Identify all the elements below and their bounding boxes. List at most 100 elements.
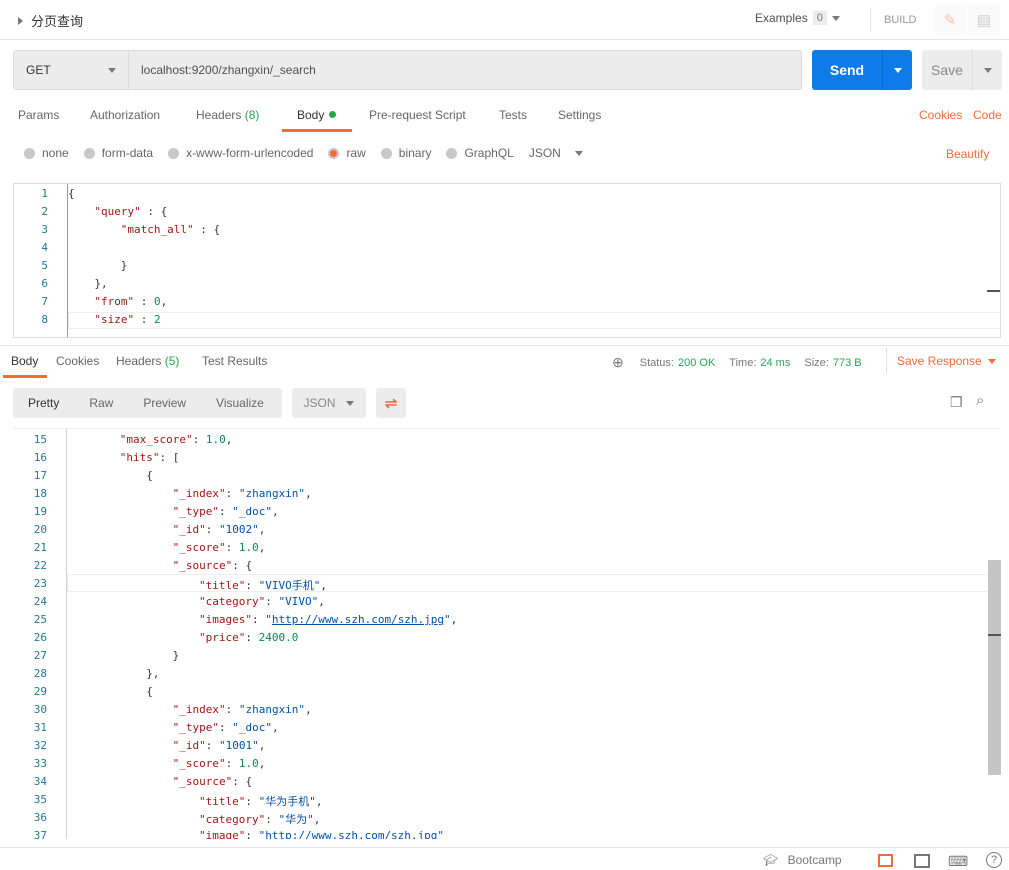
code-line: "from" : 0,	[94, 295, 167, 308]
code-token: :	[225, 487, 239, 500]
code-token: ,	[305, 487, 312, 500]
radio-circle	[168, 147, 180, 159]
code-token: ,	[271, 721, 279, 734]
browse-icon[interactable]	[914, 854, 930, 868]
method-select[interactable]: GET	[13, 50, 129, 90]
tab-pre-request-script[interactable]: Pre-request Script	[369, 108, 466, 122]
code-line: "category": "华为",	[199, 811, 320, 827]
comment-icon[interactable]: ▤	[968, 5, 1000, 35]
view-pretty[interactable]: Pretty	[13, 396, 74, 410]
code-token: "VIVO"	[278, 595, 319, 608]
code-line: "title": "华为手机",	[199, 793, 322, 809]
keyboard-icon[interactable]: ⌨	[948, 853, 968, 870]
save-options-button[interactable]	[972, 50, 1002, 90]
code-token: ,	[450, 613, 458, 626]
tab-settings[interactable]: Settings	[558, 108, 601, 122]
send-button[interactable]: Send	[812, 50, 912, 90]
radio-graphql[interactable]: GraphQL	[446, 146, 514, 160]
line-number: 26	[33, 631, 47, 644]
line-number: 3	[41, 223, 48, 236]
code-token: ,	[318, 595, 325, 608]
code-token: "_type"	[172, 721, 219, 734]
bootcamp-button[interactable]: 🎓︎ Bootcamp	[763, 853, 842, 867]
code-token: "http://www.szh.com/szh.jpg"	[258, 829, 445, 839]
expand-icon[interactable]	[18, 16, 23, 25]
radio-raw[interactable]: raw	[328, 146, 366, 160]
line-number: 21	[33, 541, 47, 554]
view-preview[interactable]: Preview	[128, 396, 201, 410]
code-line: }	[173, 649, 180, 662]
code-token: },	[146, 667, 160, 680]
copy-icon[interactable]: ❐	[950, 394, 963, 411]
tab-test-results[interactable]: Test Results	[202, 354, 267, 368]
beautify-link[interactable]: Beautify	[946, 147, 989, 161]
code-token: "size"	[94, 313, 135, 326]
code-token: "max_score"	[119, 433, 193, 446]
tab-response-headers[interactable]: Headers (5)	[116, 354, 179, 368]
time-value: 24 ms	[760, 356, 791, 369]
cookies-link[interactable]: Cookies	[919, 108, 962, 122]
line-number: 35	[33, 793, 47, 806]
url-input[interactable]: localhost:9200/zhangxin/_search	[128, 50, 802, 90]
tab-params[interactable]: Params	[18, 108, 59, 122]
tab-response-body[interactable]: Body	[11, 354, 38, 368]
radio-binary[interactable]: binary	[380, 146, 431, 160]
response-format-select[interactable]: JSON	[292, 388, 366, 418]
line-number: 37	[33, 829, 47, 839]
code-token: ,	[258, 757, 266, 770]
examples-dropdown[interactable]: Examples 0	[755, 11, 840, 25]
line-number: 30	[33, 703, 47, 716]
line-number: 33	[33, 757, 47, 770]
code-token: :	[245, 795, 259, 808]
help-icon[interactable]: ?	[986, 852, 1002, 868]
tab-body[interactable]: Body	[297, 108, 337, 122]
body-format-select[interactable]: JSON	[529, 146, 583, 160]
code-token: ,	[258, 739, 266, 752]
pencil-icon[interactable]: ✎	[934, 5, 966, 35]
radio-x-www-form-urlencoded[interactable]: x-www-form-urlencoded	[168, 146, 313, 160]
code-token: "华为"	[278, 813, 314, 826]
active-tab-indicator	[282, 129, 352, 132]
code-token: }	[172, 649, 180, 662]
wrap-lines-icon[interactable]: ⇌	[376, 388, 406, 418]
code-token: :	[192, 433, 206, 446]
globe-icon[interactable]: ⊕	[612, 354, 624, 371]
code-token: : [	[159, 451, 180, 464]
request-body-editor[interactable]: 1 {2 "query" : {3 "match_all" : {4 5} 6}, 7 "fr…	[13, 183, 1001, 338]
radio-circle	[446, 147, 458, 159]
line-number: 34	[33, 775, 47, 788]
code-token: "price"	[199, 631, 246, 644]
code-token: :	[205, 523, 219, 536]
radio-form-data[interactable]: form-data	[83, 146, 153, 160]
tab-authorization[interactable]: Authorization	[90, 108, 160, 122]
request-name[interactable]: 分页查询	[18, 11, 83, 30]
response-body-viewer[interactable]: 15 "max_score": 1.0, 16 "hits": [17 {18 "_ind…	[13, 428, 1001, 839]
tab-response-cookies[interactable]: Cookies	[56, 354, 99, 368]
view-raw[interactable]: Raw	[74, 396, 128, 410]
code-line: "_source": {	[173, 775, 252, 788]
send-options-button[interactable]	[882, 50, 912, 90]
code-link[interactable]: Code	[973, 108, 1002, 122]
response-scrollbar[interactable]	[988, 560, 1001, 775]
code-token: :	[225, 757, 239, 770]
save-response-button[interactable]: Save Response	[886, 348, 996, 374]
scrollbar-marker[interactable]	[987, 290, 1000, 292]
line-number: 24	[33, 595, 47, 608]
line-number: 32	[33, 739, 47, 752]
url-link[interactable]: http://www.szh.com/szh.jpg	[272, 613, 444, 626]
chevron-down-icon	[574, 150, 583, 156]
tab-headers[interactable]: Headers (8)	[196, 108, 259, 122]
line-number: 16	[33, 451, 47, 464]
code-token: "_index"	[172, 703, 226, 716]
view-visualize[interactable]: Visualize	[201, 396, 279, 410]
radio-none[interactable]: none	[24, 146, 69, 160]
code-token: :	[218, 721, 233, 734]
search-icon[interactable]: ⌕	[976, 392, 984, 409]
tab-tests[interactable]: Tests	[499, 108, 527, 122]
build-mode[interactable]: BUILD	[870, 8, 916, 32]
two-pane-icon[interactable]	[878, 854, 893, 867]
code-token: 1.0	[238, 541, 259, 554]
code-token: "image"	[199, 829, 246, 839]
save-button[interactable]: Save	[922, 50, 1002, 90]
line-number: 27	[33, 649, 47, 662]
